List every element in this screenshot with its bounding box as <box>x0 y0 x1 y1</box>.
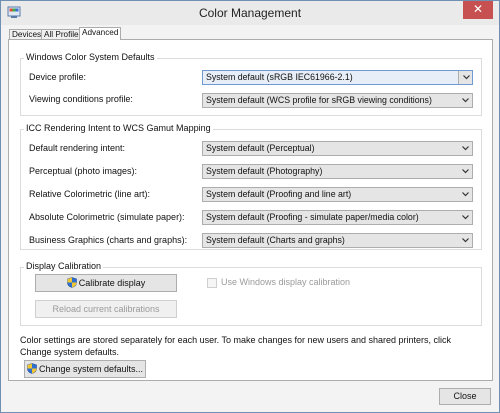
chevron-down-icon <box>462 98 469 103</box>
chevron-down-icon <box>463 75 470 80</box>
tab-advanced[interactable]: Advanced <box>79 27 122 40</box>
info-text: Color settings are stored separately for… <box>20 335 452 357</box>
absolute-colorimetric-select[interactable]: System default (Proofing - simulate pape… <box>202 210 473 225</box>
use-windows-calibration-checkbox[interactable] <box>207 278 217 288</box>
perceptual-value: System default (Photography) <box>206 166 323 176</box>
viewing-conditions-value: System default (WCS profile for sRGB vie… <box>206 95 432 105</box>
calibration-group-title: Display Calibration <box>24 261 104 271</box>
device-profile-label: Device profile: <box>29 72 87 82</box>
default-intent-label: Default rendering intent: <box>29 143 126 153</box>
perceptual-label: Perceptual (photo images): <box>29 166 138 176</box>
viewing-conditions-label: Viewing conditions profile: <box>29 94 133 104</box>
icc-group-title: ICC Rendering Intent to WCS Gamut Mappin… <box>24 123 213 133</box>
absolute-colorimetric-value: System default (Proofing - simulate pape… <box>206 212 419 222</box>
viewing-conditions-select[interactable]: System default (WCS profile for sRGB vie… <box>202 93 473 108</box>
calibrate-display-button[interactable]: Calibrate display <box>35 274 177 292</box>
default-intent-select[interactable]: System default (Perceptual) <box>202 141 473 156</box>
defaults-group-title: Windows Color System Defaults <box>24 52 157 62</box>
uac-shield-icon <box>66 277 77 288</box>
absolute-colorimetric-label: Absolute Colorimetric (simulate paper): <box>29 212 185 222</box>
perceptual-select[interactable]: System default (Photography) <box>202 164 473 179</box>
reload-calibrations-label: Reload current calibrations <box>52 304 160 314</box>
chevron-down-icon <box>462 238 469 243</box>
use-windows-calibration-label: Use Windows display calibration <box>221 277 351 287</box>
chevron-down-icon <box>462 192 469 197</box>
color-management-window: Color Management ✕ Devices All Profiles … <box>0 0 500 413</box>
business-graphics-label: Business Graphics (charts and graphs): <box>29 235 188 245</box>
chevron-down-icon <box>462 146 469 151</box>
title-bar: Color Management ✕ <box>1 1 499 25</box>
relative-colorimetric-value: System default (Proofing and line art) <box>206 189 352 199</box>
calibrate-display-label: Calibrate display <box>78 278 146 288</box>
business-graphics-select[interactable]: System default (Charts and graphs) <box>202 233 473 248</box>
window-title: Color Management <box>198 6 302 20</box>
device-profile-value: System default (sRGB IEC61966-2.1) <box>206 72 353 82</box>
advanced-panel: Windows Color System Defaults Device pro… <box>8 39 493 381</box>
close-button[interactable]: Close <box>439 388 491 405</box>
default-intent-value: System default (Perceptual) <box>206 143 315 153</box>
uac-shield-icon <box>27 363 37 374</box>
relative-colorimetric-select[interactable]: System default (Proofing and line art) <box>202 187 473 202</box>
change-system-defaults-button[interactable]: Change system defaults... <box>24 360 146 378</box>
device-profile-select[interactable]: System default (sRGB IEC61966-2.1) <box>202 70 473 85</box>
business-graphics-value: System default (Charts and graphs) <box>206 235 345 245</box>
chevron-down-icon <box>462 215 469 220</box>
chevron-down-icon <box>462 169 469 174</box>
window-close-button[interactable]: ✕ <box>463 1 493 19</box>
reload-calibrations-button[interactable]: Reload current calibrations <box>35 300 177 318</box>
relative-colorimetric-label: Relative Colorimetric (line art): <box>29 189 151 199</box>
device-profile-dropdown-button[interactable] <box>458 71 472 84</box>
change-system-defaults-label: Change system defaults... <box>38 364 144 374</box>
